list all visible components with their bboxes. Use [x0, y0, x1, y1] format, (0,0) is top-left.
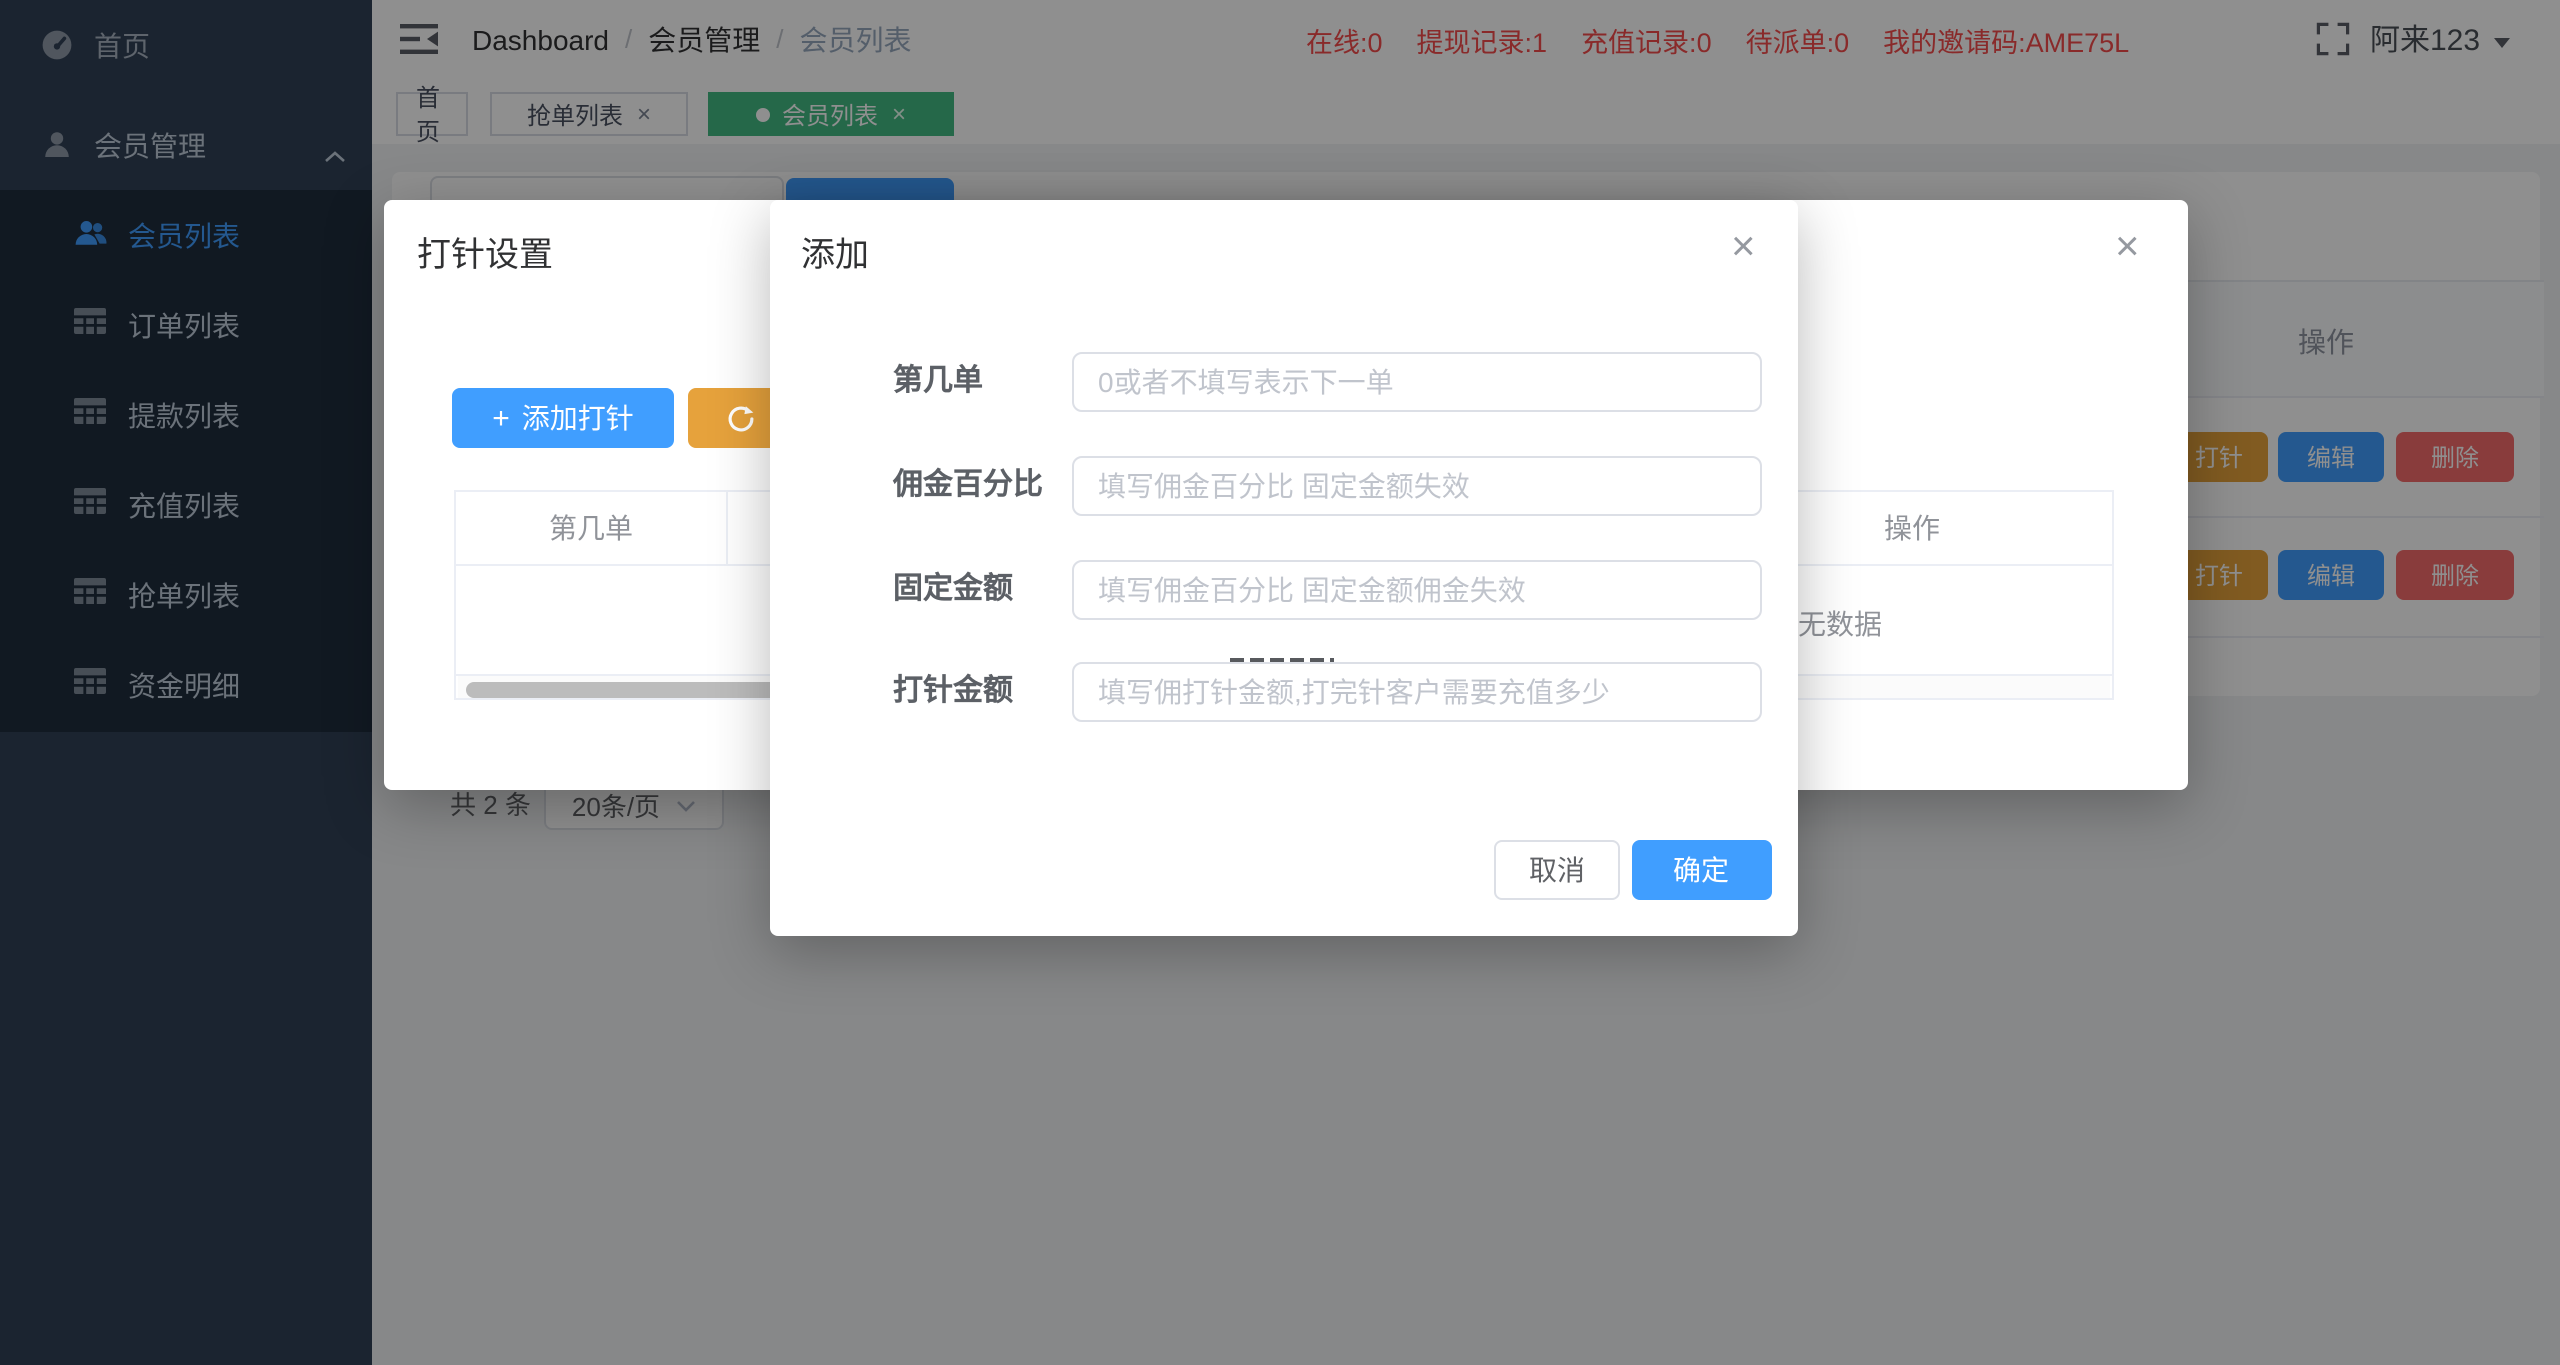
refresh-icon	[726, 403, 756, 433]
field-label-fixed-amount: 固定金额	[893, 571, 1014, 605]
column-header-order: 第几单	[549, 512, 633, 544]
column-header-action: 操作	[1884, 512, 1940, 544]
field-label-commission-pct: 佣金百分比	[893, 467, 1044, 501]
cancel-button[interactable]: 取消	[1494, 840, 1620, 900]
close-icon[interactable]: ×	[2115, 226, 2140, 268]
add-inject-dialog: 添加 × 第几单 佣金百分比 固定金额 打针金额 取消 确定	[769, 200, 1798, 936]
button-label: 取消	[1529, 854, 1585, 886]
app-window: 首页 会员管理 会员列表 订单列表 提款列表 充值列表 抢单列表 资金明细 Da…	[0, 0, 2560, 1365]
inject-amount-input[interactable]	[1072, 662, 1762, 722]
field-label-order: 第几单	[893, 364, 984, 398]
plus-icon: +	[492, 401, 510, 435]
field-label-inject-amount: 打针金额	[893, 674, 1014, 708]
confirm-button[interactable]: 确定	[1631, 840, 1771, 900]
dialog-title: 打针设置	[417, 236, 553, 274]
dialog-title: 添加	[801, 236, 869, 274]
add-inject-button[interactable]: + 添加打针	[452, 388, 674, 448]
button-label: 添加打针	[521, 402, 634, 434]
button-label: 确定	[1673, 854, 1729, 886]
commission-pct-input[interactable]	[1072, 455, 1762, 515]
order-number-input[interactable]	[1072, 352, 1762, 412]
fixed-amount-input[interactable]	[1072, 559, 1762, 619]
close-icon[interactable]: ×	[1731, 226, 1756, 268]
column-divider	[726, 492, 728, 564]
